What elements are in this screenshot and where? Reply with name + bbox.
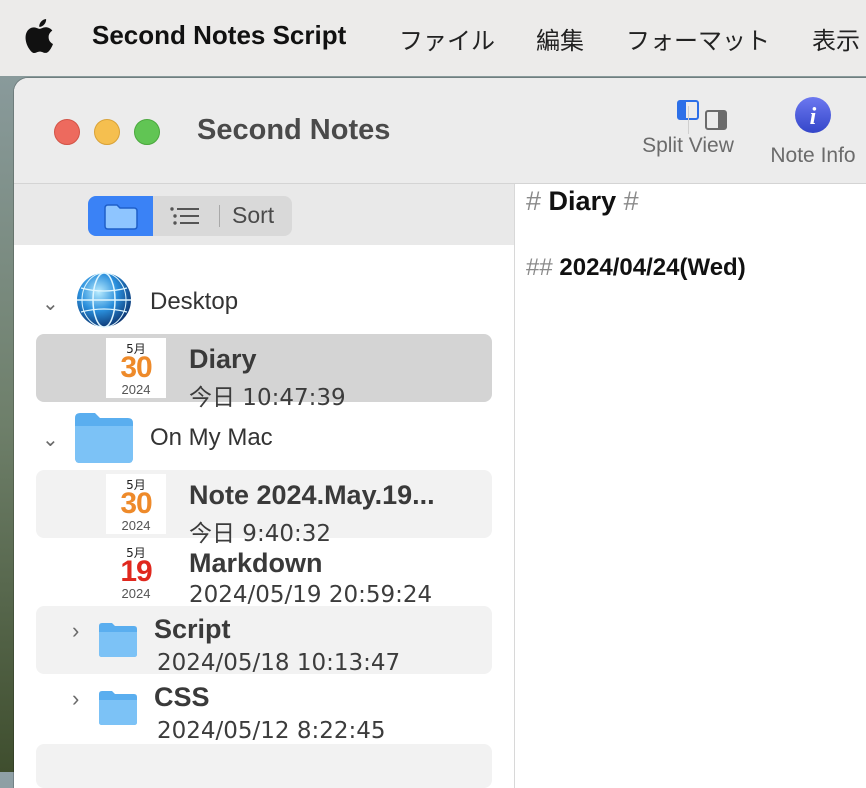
note-title: Note 2024.May.19... [189, 480, 435, 510]
heading-marker: ## [526, 254, 553, 281]
note-row-note-2024-may-19[interactable]: 5月 30 2024 Note 2024.May.19... 今日 9:40:3… [36, 470, 492, 547]
calendar-year: 2024 [121, 518, 151, 533]
heading-text: Diary [548, 186, 617, 216]
calendar-day: 30 [120, 351, 152, 384]
folder-icon [75, 413, 133, 463]
folder-view-button[interactable] [88, 196, 153, 236]
window-titlebar: Second Notes Split View i Note Info [14, 78, 866, 184]
folder-row-script[interactable]: › Script 2024/05/18 10:13:47 [36, 606, 492, 676]
calendar-icon: 5月 30 2024 [106, 474, 166, 534]
list-item[interactable] [36, 744, 492, 788]
split-view-label: Split View [642, 134, 734, 157]
list-icon [170, 207, 199, 225]
note-date: 2024/05/19 20:59:24 [189, 582, 433, 608]
menu-bar: Second Notes Script ファイル 編集 フォーマット 表示 [0, 0, 866, 76]
sidebar: Sort ⌄ Desktop 5月 30 2024 Diary 今日 10:47… [14, 184, 515, 788]
chevron-right-icon[interactable]: › [72, 618, 79, 644]
folder-date: 2024/05/12 8:22:45 [157, 718, 386, 744]
app-name-menu[interactable]: Second Notes Script [92, 20, 346, 51]
heading-marker: # [526, 186, 542, 216]
view-mode-segmented-control: Sort [88, 196, 292, 236]
globe-icon [77, 272, 131, 328]
note-row-diary[interactable]: 5月 30 2024 Diary 今日 10:47:39 [36, 334, 492, 411]
calendar-day: 30 [120, 487, 152, 520]
sidebar-toolbar: Sort [14, 184, 514, 245]
note-title: Diary [189, 344, 257, 374]
svg-text:i: i [810, 104, 817, 130]
note-row-markdown[interactable]: 5月 19 2024 Markdown 2024/05/19 20:59:24 [36, 538, 492, 608]
inspector-toggle-icon[interactable] [705, 110, 727, 130]
note-date: 今日 10:47:39 [189, 385, 346, 411]
heading-marker: # [623, 186, 639, 216]
apple-menu-icon[interactable] [24, 18, 54, 54]
calendar-icon: 5月 30 2024 [106, 338, 166, 398]
menu-view[interactable]: 表示 [812, 21, 860, 56]
sort-button[interactable]: Sort [232, 202, 274, 229]
chevron-down-icon[interactable]: ⌄ [42, 427, 59, 452]
note-title: Markdown [189, 548, 323, 578]
zoom-button[interactable] [134, 119, 160, 145]
app-window: Second Notes Split View i Note Info Sort… [14, 78, 866, 788]
close-button[interactable] [54, 119, 80, 145]
calendar-year: 2024 [121, 586, 151, 601]
folder-view-icon [104, 204, 138, 230]
folder-title: Script [154, 614, 231, 644]
group-label-desktop[interactable]: Desktop [150, 288, 238, 316]
editor-heading-2: ## 2024/04/24(Wed) [526, 254, 746, 282]
group-label-on-my-mac[interactable]: On My Mac [150, 424, 273, 452]
folder-date: 2024/05/18 10:13:47 [157, 650, 401, 676]
editor-heading-1: # Diary # [526, 186, 639, 217]
list-view-button[interactable] [155, 196, 215, 236]
note-info-label: Note Info [770, 144, 856, 167]
chevron-right-icon[interactable]: › [72, 686, 79, 712]
calendar-day: 19 [120, 555, 152, 588]
calendar-icon: 5月 19 2024 [106, 542, 166, 602]
chevron-down-icon[interactable]: ⌄ [42, 291, 59, 316]
menu-format[interactable]: フォーマット [626, 21, 770, 56]
minimize-button[interactable] [94, 119, 120, 145]
menu-file[interactable]: ファイル [399, 21, 495, 56]
heading-text: 2024/04/24(Wed) [559, 254, 746, 281]
folder-icon [99, 623, 137, 657]
folder-title: CSS [154, 682, 210, 712]
calendar-year: 2024 [121, 382, 151, 397]
folder-icon [99, 691, 137, 725]
segment-divider [219, 205, 220, 227]
menu-edit[interactable]: 編集 [536, 21, 584, 56]
toolbar-divider [688, 106, 689, 134]
markdown-editor[interactable]: # Diary # ## 2024/04/24(Wed) [515, 184, 866, 788]
window-title: Second Notes [197, 114, 391, 146]
note-info-button[interactable]: i Note Info [758, 97, 866, 168]
info-icon: i [795, 97, 831, 133]
folder-row-css[interactable]: › CSS 2024/05/12 8:22:45 [36, 674, 492, 744]
